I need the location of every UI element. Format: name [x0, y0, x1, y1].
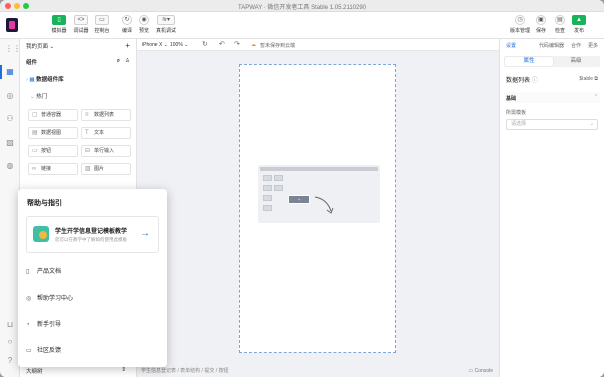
cart-icon[interactable]: ⊔ [5, 320, 15, 330]
component-button[interactable]: ▭ 按钮 [28, 145, 78, 157]
doc-icon: ▯ [26, 269, 30, 275]
help-item-learning-center[interactable]: ◎ 帮助学习中心 [26, 293, 73, 303]
search-icon[interactable]: ⌕ [117, 58, 120, 65]
redo-icon[interactable]: ↷ [234, 40, 240, 48]
autosave-status: 暂未保存到云端 [260, 43, 296, 49]
publish-button[interactable]: ▲ 发布 [566, 15, 592, 37]
help-item-feedback[interactable]: ▭ 社区反馈 [26, 345, 61, 355]
template-select[interactable]: 请选择 ⌄ [506, 119, 598, 130]
component-data-view[interactable]: ▤ 数据视图 [28, 127, 78, 139]
tab-collaborate[interactable]: 合作 [571, 42, 581, 49]
right-top-tabs: 设置 代码编辑器 合作 更多 [500, 39, 604, 51]
group-header[interactable]: ⌄ 热门 [30, 92, 130, 100]
zoom-selector[interactable]: 100% ⌄ [170, 42, 188, 48]
chevron-down-icon: ⌄ [49, 44, 55, 50]
button-icon: ▭ [32, 148, 38, 154]
layers-icon: ≋▾ [157, 15, 175, 25]
canvas-toolbar: iPhone X ⌄ 100% ⌄ ↻ ↶ ↷ ☁ 暂未保存到云端 [137, 39, 499, 51]
chevron-updown-icon: ⇕ [121, 367, 126, 373]
chevron-down-icon: ⌄ [589, 121, 594, 127]
tutorial-illustration-icon [33, 226, 49, 242]
properties-panel: 设置 代码编辑器 合作 更多 属性 高级 数据列表 ⓘ $table ⧉ 基础 … [499, 39, 604, 377]
component-link[interactable]: ∞ 链接 [28, 163, 78, 175]
component-image[interactable]: ▨ 图片 [81, 163, 131, 175]
plugin-icon[interactable]: ◍ [5, 161, 15, 171]
app-window: TAPWAY · 微信开发者工具 Stable 1.05.2110290 ▯ 模… [0, 0, 604, 377]
apps-grid-icon[interactable]: ⋮⋮ [5, 44, 21, 54]
console-toggle[interactable]: ▭ Console [469, 368, 493, 374]
component-name: 数据列表 ⓘ [506, 78, 538, 84]
terminal-icon: ▭ [95, 15, 109, 25]
tab-more[interactable]: 更多 [588, 42, 598, 49]
code-icon: <> [74, 15, 88, 25]
input-icon: ⊟ [85, 148, 91, 154]
cloud-warning-icon: ☁ [251, 42, 256, 48]
outline-tree-toggle[interactable]: 大纲树 ⇕ [26, 367, 130, 375]
page-selector[interactable]: 我的页面 ⌄ + [26, 41, 130, 50]
app-logo [6, 18, 18, 32]
help-icon[interactable]: ? [5, 356, 15, 366]
save-icon: ▣ [536, 15, 546, 25]
canvas-area: iPhone X ⌄ 100% ⌄ ↻ ↶ ↷ ☁ 暂未保存到云端 + 学生信息… [137, 39, 499, 377]
console-button[interactable]: ▭ 控制台 [89, 15, 115, 37]
library-header[interactable]: › ▦ 数据组件库 [26, 75, 130, 83]
table-icon: ▤ [32, 130, 38, 136]
template-tutorial-card[interactable]: 学生开学信息登记模板教学 您可以在教学中了解如何使用此模板 → [26, 216, 159, 253]
compass-icon: ◔ [26, 322, 30, 328]
image-icon: ▨ [85, 166, 91, 172]
eye-icon: ◉ [139, 15, 149, 25]
help-popover: 帮助与指引 学生开学信息登记模板教学 您可以在教学中了解如何使用此模板 → ▯ 产… [18, 189, 167, 367]
help-item-onboarding[interactable]: ◔ 新手引导 [26, 319, 61, 329]
phone-canvas[interactable]: + [239, 64, 396, 353]
title-bar: TAPWAY · 微信开发者工具 Stable 1.05.2110290 [0, 0, 604, 12]
container-icon: ▢ [32, 112, 38, 118]
link-icon: ∞ [32, 166, 37, 172]
component-container[interactable]: ▢ 普通容器 [28, 109, 78, 121]
add-page-icon[interactable]: + [125, 41, 130, 50]
components-section-title: 组件 ⌕ ♙ [26, 58, 130, 66]
check-icon: ▤ [555, 15, 565, 25]
arrow-right-icon: → [140, 228, 150, 239]
device-selector[interactable]: iPhone X ⌄ [142, 42, 168, 48]
tab-settings[interactable]: 设置 [506, 42, 516, 49]
refresh-icon[interactable]: ↻ [202, 40, 208, 48]
component-data-list[interactable]: ≡ 数据列表 [81, 109, 131, 121]
component-input[interactable]: ⊟ 单行输入 [81, 145, 131, 157]
component-text[interactable]: T 文本 [81, 127, 131, 139]
flow-icon[interactable]: ⚇ [5, 114, 15, 124]
upload-icon: ▲ [572, 15, 586, 25]
search-icon[interactable]: ○ [5, 337, 15, 347]
real-device-debug-button[interactable]: ≋▾ 真机调试 [153, 15, 179, 37]
text-icon: T [85, 130, 89, 136]
empty-placeholder-illustration: + [258, 165, 380, 223]
property-tabs: 属性 高级 [504, 56, 600, 67]
components-icon[interactable]: ▦ [0, 65, 15, 79]
tab-properties[interactable]: 属性 [505, 57, 553, 66]
chevron-up-icon: ⌃ [593, 94, 598, 100]
component-id: $table ⧉ [579, 76, 598, 82]
phone-icon: ▯ [52, 15, 66, 25]
section-basic[interactable]: 基础 ⌃ [504, 92, 600, 103]
main-toolbar: ▯ 模拟器 <> 调试器 ▭ 控制台 ↻ 编译 ◉ 预览 ≋▾ 真机调试 ◷ 版… [0, 12, 604, 39]
tab-code-editor[interactable]: 代码编辑器 [539, 42, 564, 49]
image-icon[interactable]: ▨ [5, 138, 15, 148]
copy-icon[interactable]: ⧉ [594, 76, 598, 82]
placeholder-button: + [288, 195, 310, 204]
history-icon: ◷ [515, 15, 525, 25]
breadcrumb: 学生信息登记表 / 表单结构 / 提交 / 按钮 [141, 368, 229, 374]
undo-icon[interactable]: ↶ [219, 40, 225, 48]
chat-icon: ▭ [26, 348, 32, 354]
user-icon[interactable]: ♙ [125, 58, 130, 64]
left-rail: ⋮⋮ ▦ ◎ ⚇ ▨ ◍ ⊔ ○ ? [0, 39, 21, 377]
tab-advanced[interactable]: 高级 [552, 57, 600, 66]
drag-arrow-icon [314, 196, 334, 214]
help-title: 帮助与指引 [27, 200, 62, 207]
window-title: TAPWAY · 微信开发者工具 Stable 1.05.2110290 [237, 5, 367, 11]
help-item-docs[interactable]: ▯ 产品文档 [26, 266, 61, 276]
info-icon[interactable]: ⓘ [532, 78, 538, 84]
field-label: 所需模板 [506, 110, 527, 116]
globe-icon: ◎ [26, 296, 32, 302]
database-icon[interactable]: ◎ [5, 91, 15, 101]
list-icon: ≡ [85, 112, 89, 118]
